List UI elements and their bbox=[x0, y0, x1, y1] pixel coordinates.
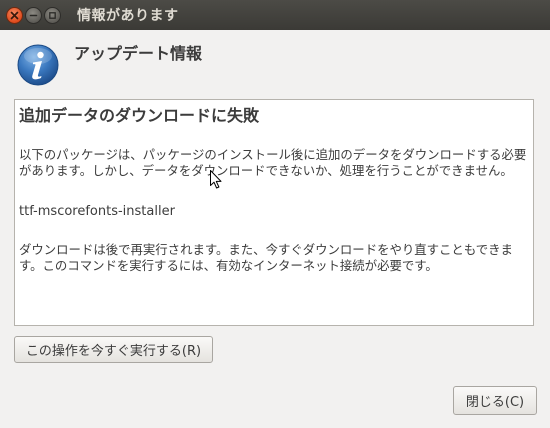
run-now-button[interactable]: この操作を今すぐ実行する(R) bbox=[14, 336, 213, 363]
minimize-window-button[interactable] bbox=[25, 6, 42, 24]
details-heading: 追加データのダウンロードに失敗 bbox=[19, 106, 260, 125]
minimize-icon bbox=[29, 14, 38, 16]
mouse-cursor-icon bbox=[210, 170, 222, 189]
details-box[interactable]: 追加データのダウンロードに失敗 以下のパッケージは、パッケージのインストール後に… bbox=[14, 99, 534, 326]
info-icon bbox=[17, 44, 59, 86]
window-title: 情報があります bbox=[77, 8, 179, 24]
dialog-header: アップデート情報 bbox=[74, 44, 203, 63]
window-controls bbox=[6, 6, 61, 24]
maximize-icon bbox=[49, 11, 56, 19]
maximize-window-button[interactable] bbox=[44, 6, 61, 24]
dialog-window: 情報があります アップデート情報 追加データのダウンロードに失敗 以下のパッケー… bbox=[0, 0, 550, 428]
close-button[interactable]: 閉じる(C) bbox=[453, 386, 537, 415]
close-icon bbox=[10, 11, 19, 19]
close-window-button[interactable] bbox=[6, 6, 23, 24]
package-name: ttf-mscorefonts-installer bbox=[19, 204, 175, 219]
details-paragraph-2: ダウンロードは後で再実行されます。また、今すぐダウンロードをやり直すこともできま… bbox=[19, 242, 513, 273]
details-paragraph-1: 以下のパッケージは、パッケージのインストール後に追加のデータをダウンロードする必… bbox=[19, 147, 527, 178]
titlebar[interactable]: 情報があります bbox=[0, 0, 550, 30]
